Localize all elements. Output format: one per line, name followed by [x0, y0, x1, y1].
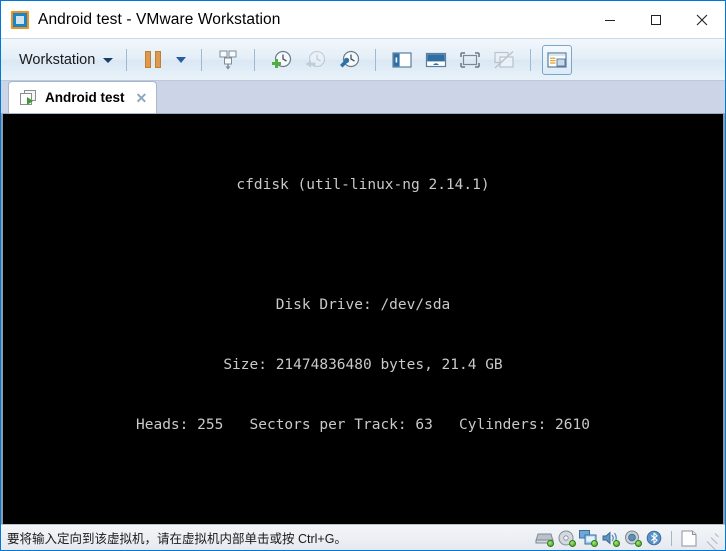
- fullscreen-icon: [458, 48, 482, 72]
- pause-group: [136, 45, 192, 75]
- chevron-down-icon: [103, 58, 113, 63]
- status-message: 要将输入定向到该虚拟机，请在虚拟机内部单击或按 Ctrl+G。: [7, 528, 347, 547]
- cfdisk-header: cfdisk (util-linux-ng 2.14.1): [3, 175, 723, 195]
- workstation-menu-button[interactable]: Workstation: [15, 49, 117, 71]
- pause-dropdown[interactable]: [172, 45, 190, 75]
- minimize-button[interactable]: [587, 1, 633, 38]
- show-library-button[interactable]: [387, 45, 417, 75]
- chevron-down-icon: [176, 57, 186, 63]
- enter-fullscreen-button[interactable]: [455, 45, 485, 75]
- maximize-button[interactable]: [633, 1, 679, 38]
- toolbar-separator: [201, 49, 202, 71]
- window-title: Android test - VMware Workstation: [38, 11, 281, 29]
- cfdisk-terminal[interactable]: cfdisk (util-linux-ng 2.14.1) Disk Drive…: [3, 114, 723, 524]
- cd-dvd-icon[interactable]: [557, 530, 576, 547]
- webcam-icon[interactable]: [623, 530, 642, 547]
- disk-drive-line: Disk Drive: /dev/sda: [3, 295, 723, 315]
- device-status-led: [635, 540, 642, 547]
- send-key-icon: [216, 48, 240, 72]
- snapshot-manager-icon: [337, 48, 361, 72]
- status-device-icons: [535, 525, 721, 551]
- unity-mode-icon: [492, 48, 516, 72]
- maximize-icon: [650, 14, 662, 26]
- terminal-blank-line: [3, 475, 723, 495]
- library-panel-icon: [390, 48, 414, 72]
- resize-grip[interactable]: [706, 531, 720, 545]
- virtual-machine-icon: [20, 90, 37, 106]
- take-snapshot-button[interactable]: [266, 45, 296, 75]
- console-view-icon: [424, 48, 448, 72]
- printer-icon[interactable]: [679, 530, 699, 547]
- vm-tab-strip: Android test ✕: [1, 81, 725, 114]
- disk-size-line: Size: 21474836480 bytes, 21.4 GB: [3, 355, 723, 375]
- vmware-logo-icon: [11, 11, 29, 29]
- title-bar: Android test - VMware Workstation: [1, 1, 725, 38]
- toolbar-separator: [530, 49, 531, 71]
- toolbar-separator: [254, 49, 255, 71]
- hard-disk-icon[interactable]: [535, 530, 554, 547]
- network-adapter-icon[interactable]: [579, 530, 598, 547]
- sound-card-icon[interactable]: [601, 530, 620, 547]
- tab-label: Android test: [45, 90, 125, 105]
- toolbar-separator: [375, 49, 376, 71]
- thumbnail-bar-icon: [545, 48, 569, 72]
- device-status-led: [591, 540, 598, 547]
- device-status-led: [613, 540, 620, 547]
- status-bar: 要将输入定向到该虚拟机，请在虚拟机内部单击或按 Ctrl+G。: [1, 524, 725, 550]
- close-button[interactable]: [679, 1, 725, 38]
- window-controls: [587, 1, 725, 38]
- workstation-menu-label: Workstation: [19, 52, 95, 68]
- snapshot-add-icon: [269, 48, 293, 72]
- minimize-icon: [604, 14, 616, 26]
- unity-mode-button[interactable]: [489, 45, 519, 75]
- show-thumbnail-bar-button[interactable]: [542, 45, 572, 75]
- pause-button[interactable]: [138, 45, 168, 75]
- device-status-led: [547, 540, 554, 547]
- device-status-led: [569, 540, 576, 547]
- snapshot-revert-icon: [303, 48, 327, 72]
- pause-icon: [145, 51, 161, 68]
- tab-close-icon[interactable]: ✕: [136, 91, 148, 105]
- disk-geometry-line: Heads: 255 Sectors per Track: 63 Cylinde…: [3, 415, 723, 435]
- status-separator: [671, 531, 672, 546]
- vm-console-area[interactable]: cfdisk (util-linux-ng 2.14.1) Disk Drive…: [1, 114, 725, 524]
- toolbar-separator: [126, 49, 127, 71]
- toolbar: Workstation: [1, 38, 725, 81]
- tab-android-test[interactable]: Android test ✕: [9, 82, 156, 113]
- manage-snapshots-button[interactable]: [334, 45, 364, 75]
- show-console-view-button[interactable]: [421, 45, 451, 75]
- close-icon: [696, 14, 708, 26]
- terminal-blank-line: [3, 235, 723, 255]
- bluetooth-icon[interactable]: [645, 530, 664, 547]
- revert-snapshot-button[interactable]: [300, 45, 330, 75]
- send-ctrl-alt-del-button[interactable]: [213, 45, 243, 75]
- vmware-workstation-window: Android test - VMware Workstation Work: [0, 0, 726, 551]
